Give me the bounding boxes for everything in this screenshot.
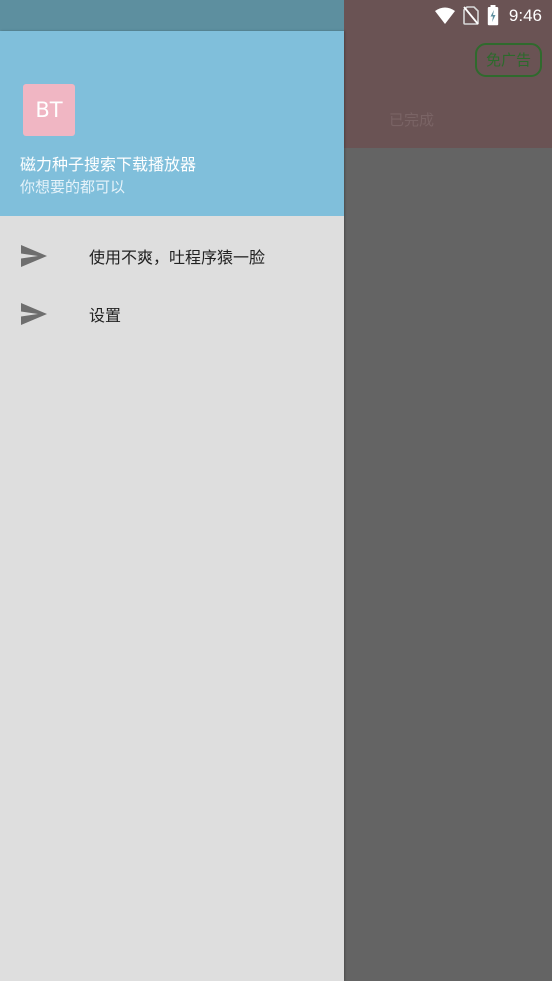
menu-item-label: 使用不爽，吐程序猿一脸: [89, 248, 266, 267]
send-icon: [21, 245, 47, 267]
ad-free-button[interactable]: 免广告: [474, 43, 542, 77]
drawer-header: BT 磁力种子搜索下载播放器 你想要的都可以: [0, 31, 344, 216]
status-time: 9:46: [508, 5, 542, 25]
menu-item-settings[interactable]: 设置: [0, 286, 344, 342]
navigation-drawer: BT 磁力种子搜索下载播放器 你想要的都可以 使用不爽，吐程序猿一脸 设置: [0, 31, 344, 981]
battery-charging-icon: [487, 5, 499, 26]
drawer-scrim[interactable]: [344, 148, 552, 981]
status-icons: 9:46: [434, 4, 542, 27]
tab-completed[interactable]: 已完成: [389, 109, 434, 130]
menu-item-label: 设置: [89, 306, 122, 325]
wifi-icon: [434, 7, 455, 24]
app-toolbar: 免广告 已完成: [344, 31, 552, 148]
no-sim-icon: [463, 6, 479, 25]
screen: 免广告 已完成 9:46 BT 磁力种子搜索下载播放器 你想要的都可以 使用不爽…: [0, 0, 552, 981]
status-bar: 9:46: [0, 0, 552, 31]
app-name: 磁力种子搜索下载播放器: [20, 155, 197, 174]
send-icon: [21, 303, 47, 325]
menu-item-feedback[interactable]: 使用不爽，吐程序猿一脸: [0, 228, 344, 284]
app-tagline: 你想要的都可以: [20, 178, 126, 196]
app-logo: BT: [23, 84, 75, 136]
